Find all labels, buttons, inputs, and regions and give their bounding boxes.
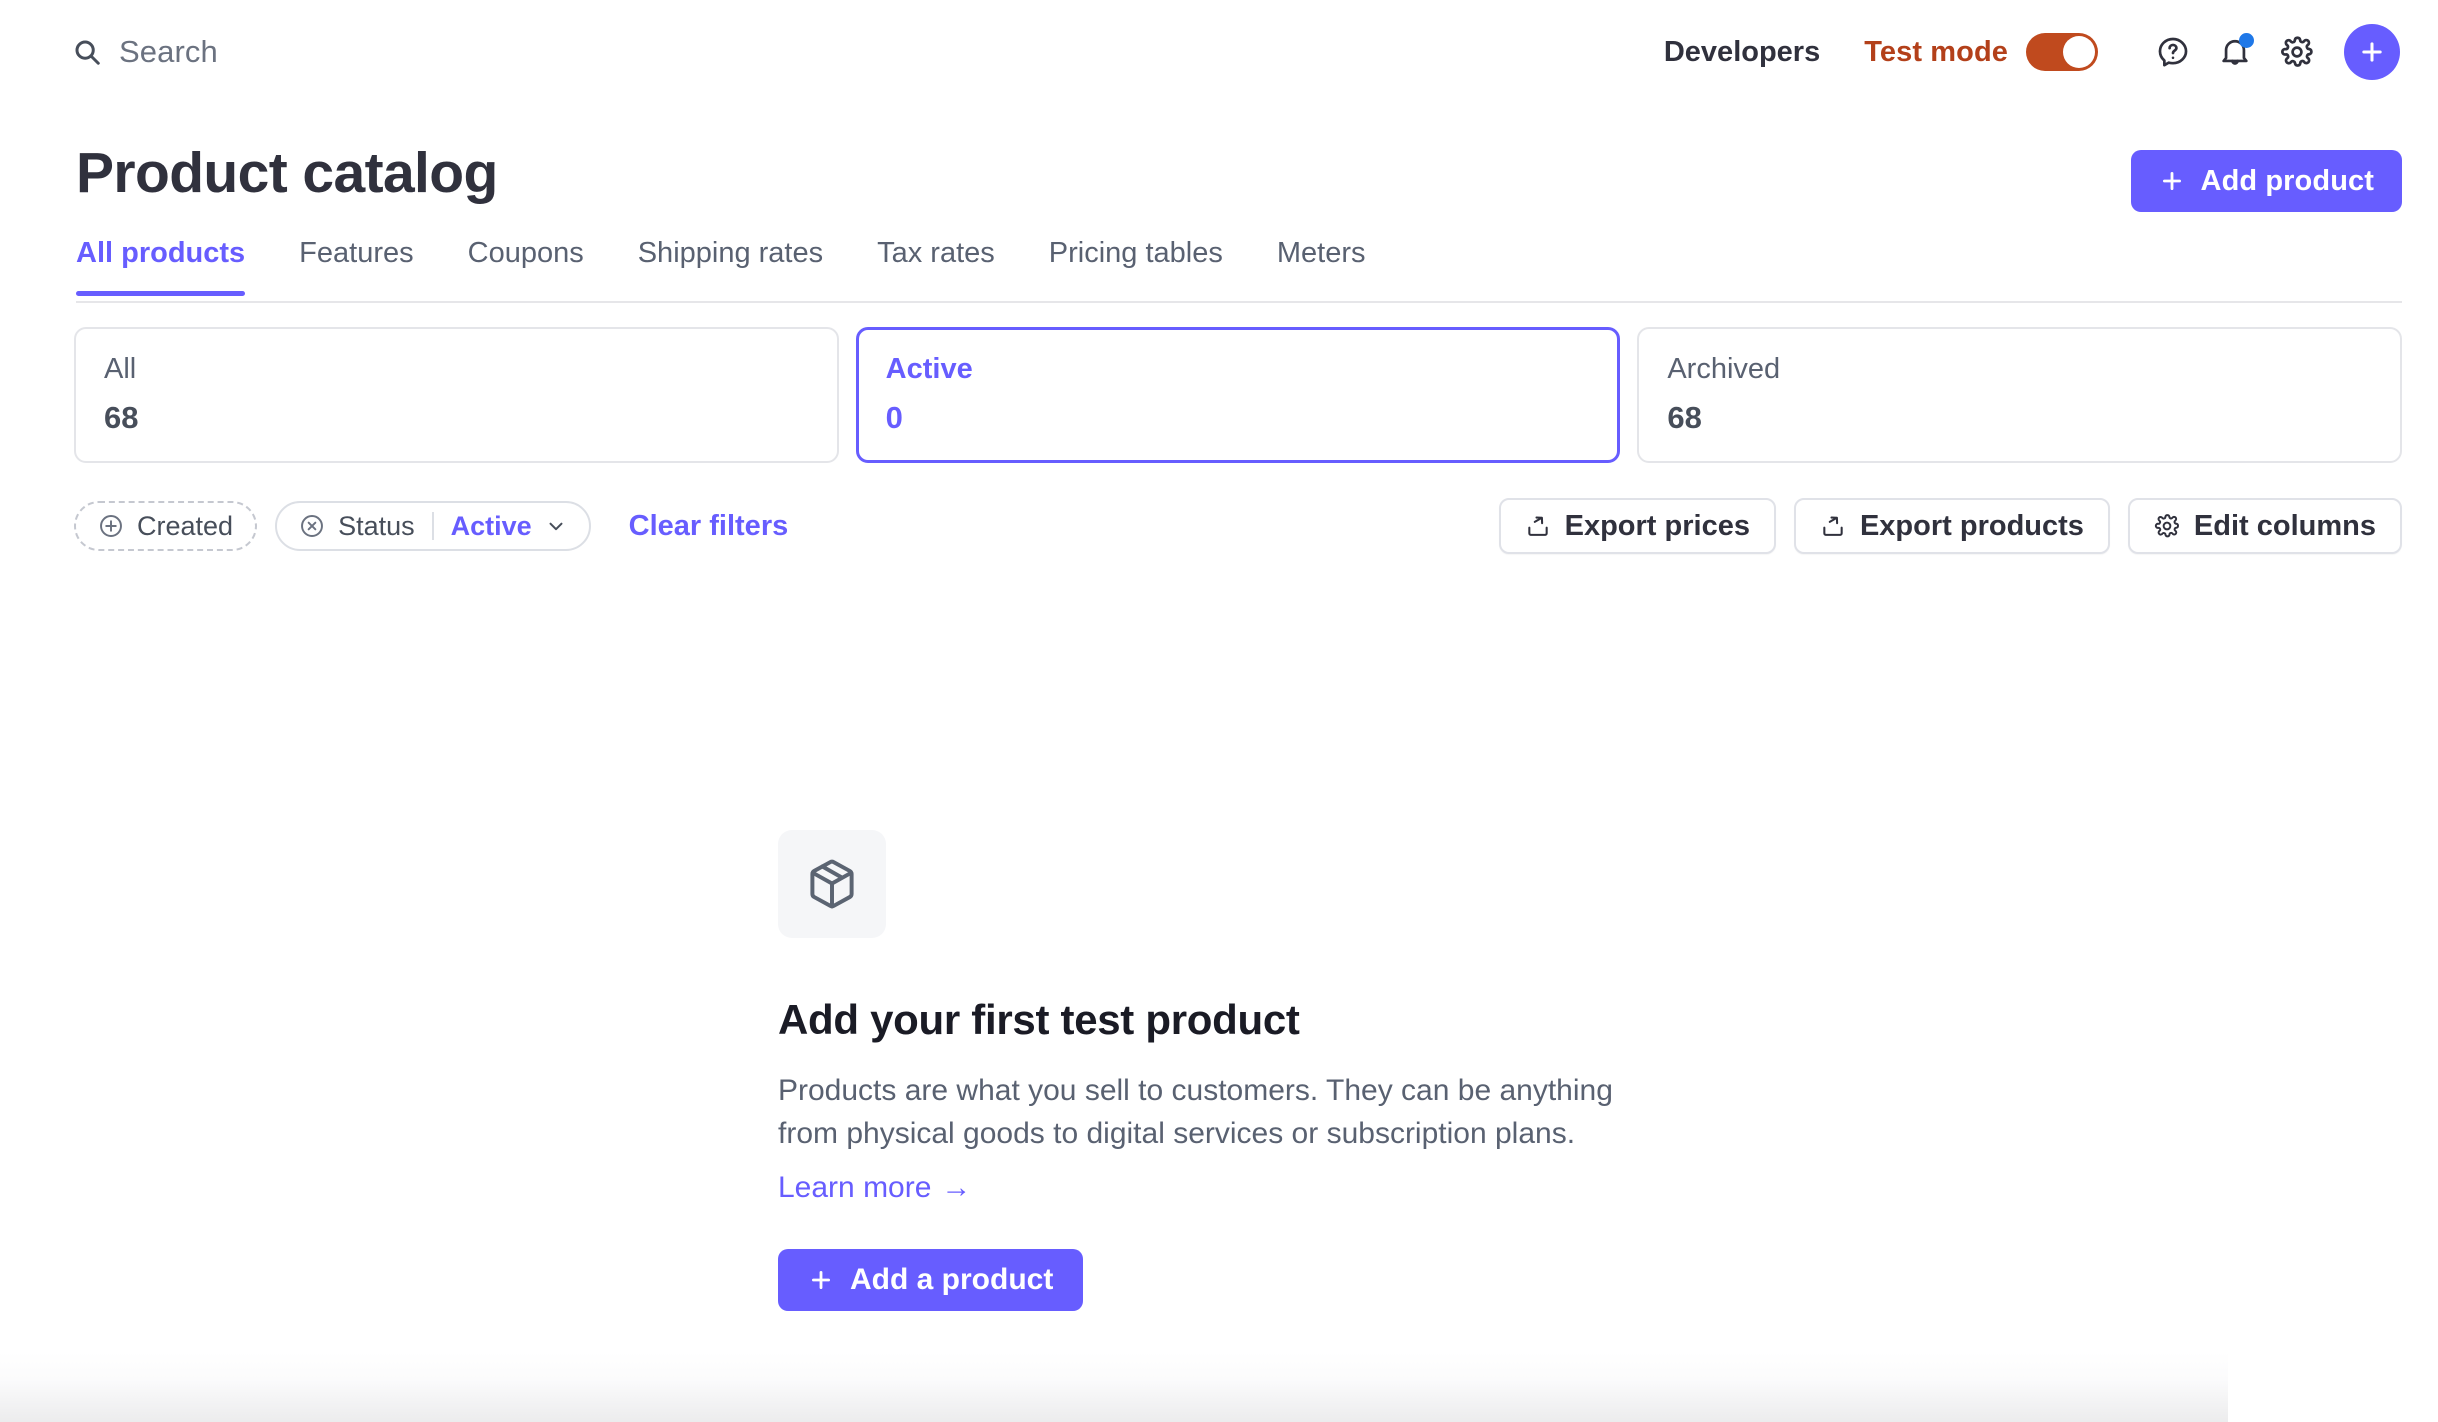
stat-card-active[interactable]: Active 0 — [855, 327, 1621, 463]
test-mode-switch[interactable] — [2026, 33, 2098, 71]
bottom-fade-overlay — [0, 1352, 2438, 1422]
tab-features[interactable]: Features — [299, 237, 413, 294]
add-a-product-button-label: Add a product — [850, 1263, 1054, 1297]
arrow-right-icon: → — [941, 1171, 972, 1205]
export-products-label: Export products — [1859, 509, 2084, 542]
search-input[interactable]: Search — [72, 34, 218, 70]
tab-pricing-tables[interactable]: Pricing tables — [1049, 237, 1223, 294]
package-box-icon — [810, 859, 854, 909]
tab-meters[interactable]: Meters — [1277, 237, 1366, 294]
filter-toolbar: Created Status Active Clear filters Expo… — [74, 498, 2402, 554]
help-icon[interactable] — [2142, 21, 2204, 83]
developers-link[interactable]: Developers — [1664, 36, 1820, 69]
export-prices-label: Export prices — [1564, 509, 1750, 542]
stat-card-all-value: 68 — [104, 400, 139, 435]
export-icon — [1823, 516, 1843, 536]
chevron-down-icon[interactable] — [545, 515, 567, 537]
stat-card-archived-value: 68 — [1667, 400, 1702, 435]
notification-badge-dot — [2239, 33, 2254, 48]
add-product-button-label: Add product — [2200, 164, 2374, 197]
stat-card-all[interactable]: All 68 — [74, 327, 839, 463]
toolbar-actions: Export prices Export products Edit colum… — [1498, 498, 2402, 554]
notifications-icon[interactable] — [2204, 21, 2266, 83]
empty-state: Add your first test product Products are… — [778, 830, 1778, 1312]
edit-columns-label: Edit columns — [2193, 509, 2376, 542]
filter-chip-status-value: Active — [450, 510, 532, 541]
learn-more-label: Learn more — [778, 1171, 932, 1205]
tab-tax-rates[interactable]: Tax rates — [877, 237, 995, 294]
gear-icon — [2154, 514, 2179, 538]
tab-shipping-rates[interactable]: Shipping rates — [638, 237, 823, 294]
topbar-actions: Developers Test mode — [1664, 21, 2400, 83]
learn-more-link[interactable]: Learn more → — [778, 1171, 971, 1205]
tab-all-products[interactable]: All products — [76, 237, 246, 296]
export-prices-button[interactable]: Export prices — [1498, 498, 1776, 554]
empty-state-description: Products are what you sell to customers.… — [778, 1074, 1613, 1150]
search-icon — [72, 37, 102, 67]
test-mode-toggle[interactable]: Test mode — [1864, 33, 2098, 71]
clear-filters-link[interactable]: Clear filters — [629, 510, 789, 543]
status-filter-cards: All 68 Active 0 Archived 68 — [74, 327, 2403, 463]
search-placeholder: Search — [119, 34, 218, 69]
export-products-button[interactable]: Export products — [1793, 498, 2110, 554]
plus-circle-icon — [100, 515, 122, 537]
create-icon[interactable] — [2344, 24, 2400, 80]
product-catalog-page: Search Developers Test mode Product cata… — [0, 0, 2438, 1422]
test-mode-label: Test mode — [1864, 35, 2008, 68]
edit-columns-button[interactable]: Edit columns — [2127, 498, 2402, 554]
test-mode-switch-knob — [2063, 36, 2095, 68]
page-header: Product catalog — [76, 140, 2438, 206]
page-title: Product catalog — [76, 141, 498, 205]
stat-card-active-label: Active — [885, 353, 973, 385]
stat-card-archived[interactable]: Archived 68 — [1637, 327, 2403, 463]
filter-chip-status[interactable]: Status Active — [275, 501, 591, 551]
empty-state-icon-container — [778, 830, 886, 938]
filter-chip-created[interactable]: Created — [74, 501, 258, 551]
plus-icon — [812, 1271, 830, 1290]
plus-icon — [2162, 172, 2181, 190]
bottom-fade-right-gap — [2228, 1352, 2438, 1422]
x-circle-icon[interactable] — [299, 513, 325, 539]
filter-chip-created-label: Created — [137, 510, 234, 541]
export-icon — [1527, 516, 1548, 536]
stat-card-all-label: All — [104, 353, 137, 385]
add-a-product-button[interactable]: Add a product — [778, 1249, 1084, 1312]
empty-state-title: Add your first test product — [778, 996, 1300, 1043]
settings-icon[interactable] — [2266, 21, 2328, 83]
top-navigation-bar: Search Developers Test mode — [0, 0, 2438, 104]
stat-card-active-value: 0 — [885, 400, 903, 435]
catalog-tabs: All products Features Coupons Shipping r… — [76, 237, 2402, 303]
filter-chip-status-label: Status — [338, 510, 415, 541]
tab-coupons[interactable]: Coupons — [468, 237, 584, 294]
chip-divider — [431, 512, 434, 540]
add-product-button[interactable]: Add product — [2130, 150, 2402, 212]
stat-card-archived-label: Archived — [1667, 353, 1781, 385]
